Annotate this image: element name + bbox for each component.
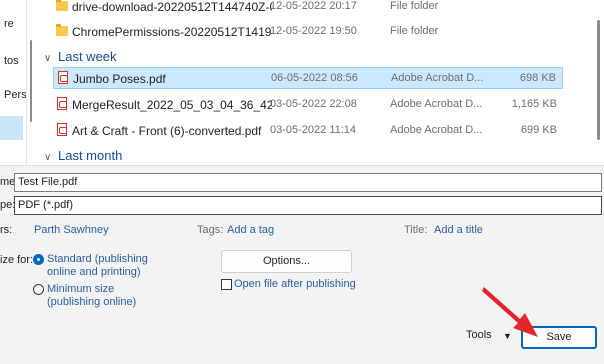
group-label: Last week [58,49,117,64]
pdf-icon [57,97,67,110]
list-item[interactable]: Art & Craft - Front (6)-converted.pdf 03… [53,120,563,142]
nav-item-2[interactable]: tos [4,55,26,67]
file-name-field[interactable]: Test File.pdf [14,173,602,192]
list-item[interactable]: drive-download-20220512T144740Z-001 12-0… [53,0,563,18]
folder-icon [56,0,68,11]
file-date: 03-05-2022 11:14 [270,124,357,136]
file-date: 03-05-2022 22:08 [270,98,357,110]
file-type: Adobe Acrobat D... [390,98,483,110]
folder-icon [56,24,68,36]
nav-item-1[interactable]: re [4,18,26,30]
list-item[interactable]: Jumbo Poses.pdf 06-05-2022 08:56 Adobe A… [53,67,563,89]
options-button[interactable]: Options... [221,250,352,273]
group-label: Last month [58,148,123,163]
file-size: 698 KB [519,72,556,84]
file-name: Jumbo Poses.pdf [73,72,166,86]
nav-item-3[interactable]: Perso [4,89,26,101]
save-as-type-label: pe: [0,199,16,211]
save-as-type-select[interactable]: PDF (*.pdf) [14,196,602,215]
file-type: File folder [390,0,439,12]
nav-scrollbar[interactable] [30,40,32,122]
title-label: Title: [404,224,428,236]
scrollbar-thumb[interactable] [597,20,600,140]
minimum-option-line1[interactable]: Minimum size [47,283,114,295]
chevron-down-icon: ∨ [44,152,52,163]
chevron-down-icon: ∨ [44,53,52,64]
file-type: Adobe Acrobat D... [390,124,483,136]
add-title-link[interactable]: Add a title [434,224,483,236]
open-after-publishing-checkbox[interactable] [221,279,232,290]
file-name: Art & Craft - Front (6)-converted.pdf [72,124,262,138]
file-date: 12-05-2022 19:50 [270,25,357,37]
standard-option-line2[interactable]: online and printing) [47,266,141,278]
list-item[interactable]: ChromePermissions-20220512T141949Z-... 1… [53,21,563,43]
radio-standard[interactable] [33,254,44,265]
red-arrow-annotation [482,287,538,337]
file-name: MergeResult_2022_05_03_04_36_42 (3 files… [72,98,272,112]
pdf-icon [58,71,68,84]
list-item[interactable]: MergeResult_2022_05_03_04_36_42 (3 files… [53,94,563,116]
tags-label: Tags: [197,224,224,236]
add-tag-link[interactable]: Add a tag [227,224,274,236]
open-after-publishing-label[interactable]: Open file after publishing [234,278,356,290]
file-date: 12-05-2022 20:17 [270,0,357,12]
file-size: 1,165 KB [511,98,557,110]
navigation-pane: re tos Perso [0,0,27,165]
file-browser: re tos Perso drive-download-20220512T144… [0,0,604,165]
radio-minimum-size[interactable] [33,284,44,295]
file-date: 06-05-2022 08:56 [271,72,358,84]
nav-item-selected[interactable] [0,116,23,140]
file-size: 699 KB [520,124,557,136]
pdf-icon [57,123,67,136]
group-header-last-week[interactable]: ∨ Last week [44,49,117,64]
group-header-last-month[interactable]: ∨ Last month [44,148,122,163]
file-type: Adobe Acrobat D... [391,72,484,84]
file-name: ChromePermissions-20220512T141949Z-... [72,25,272,39]
authors-value[interactable]: Parth Sawhney [34,224,109,236]
optimize-for-label: ize for: [0,254,34,266]
vertical-scrollbar[interactable] [590,0,604,165]
arrow-shape [482,287,538,337]
minimum-option-line2[interactable]: (publishing online) [47,296,136,308]
standard-option-line1[interactable]: Standard (publishing [47,253,148,265]
file-name: drive-download-20220512T144740Z-001 [72,0,272,14]
file-type: File folder [390,25,439,37]
authors-label: rs: [0,224,13,236]
